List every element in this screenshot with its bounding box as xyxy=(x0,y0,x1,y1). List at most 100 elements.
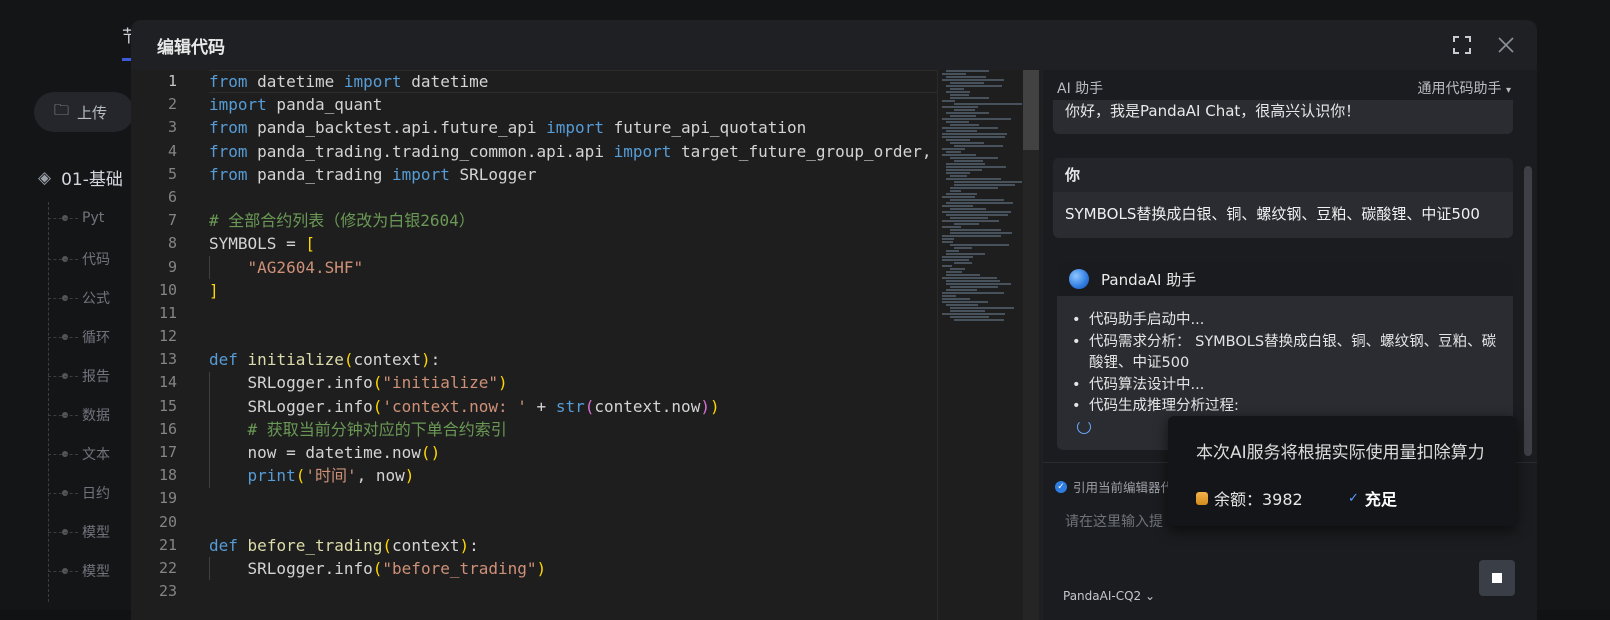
minimap-line xyxy=(954,247,972,249)
upload-label: 上传 xyxy=(77,102,107,123)
code-lines[interactable]: from datetime import datetimeimport pand… xyxy=(209,70,937,603)
background-section-title[interactable]: ◈ 01-基础 xyxy=(38,165,123,190)
background-list-item[interactable]: Pyt xyxy=(62,210,104,226)
minimap-line xyxy=(946,169,982,171)
code-line[interactable]: now = datetime.now() xyxy=(209,441,937,464)
code-line[interactable]: import panda_quant xyxy=(209,93,937,116)
minimap-line xyxy=(946,112,989,114)
minimap-line xyxy=(942,106,978,108)
background-list-item-label: 模型 xyxy=(82,561,110,581)
model-select[interactable]: PandaAI-CQ2 ⌄ xyxy=(1063,589,1155,603)
background-list-item[interactable]: 文本 xyxy=(62,444,110,464)
usage-notice-text: 本次AI服务将根据实际使用量扣除算力 xyxy=(1196,438,1485,463)
close-icon[interactable] xyxy=(1497,36,1515,59)
list-item: 代码需求分析： SYMBOLS替换成白银、铜、螺纹钢、豆粕、碳酸锂、中证500 xyxy=(1069,332,1501,375)
folder-icon: 🗀 xyxy=(54,100,69,125)
minimap-line xyxy=(942,196,975,198)
minimap-line xyxy=(946,85,1002,87)
minimap-line xyxy=(946,172,970,174)
background-list-item[interactable]: 公式 xyxy=(62,288,110,308)
minimap-line xyxy=(950,82,984,84)
code-line[interactable] xyxy=(209,487,937,510)
line-number: 6 xyxy=(131,186,191,209)
code-line[interactable]: from panda_trading.trading_common.api.ap… xyxy=(209,140,937,163)
chevron-down-icon: ⌄ xyxy=(1141,589,1155,603)
line-number: 18 xyxy=(131,464,191,487)
chat-scrollbar[interactable] xyxy=(1523,106,1533,458)
upload-button[interactable]: 🗀 上传 xyxy=(34,92,134,132)
background-list-item[interactable]: 代码 xyxy=(62,249,110,269)
code-line[interactable]: def initialize(context): xyxy=(209,348,937,371)
background-list-item[interactable]: 循环 xyxy=(62,327,110,347)
minimap-line xyxy=(950,115,976,117)
code-line[interactable]: # 全部合约列表（修改为白银2604） xyxy=(209,209,937,232)
minimap-line xyxy=(942,298,970,300)
chat-input[interactable]: 请在这里输入提 xyxy=(1065,511,1163,531)
reference-editor-checkbox[interactable]: ✓ 引用当前编辑器代 xyxy=(1055,477,1173,496)
background-list-item[interactable]: 报告 xyxy=(62,366,110,386)
code-line[interactable]: from panda_trading import SRLogger xyxy=(209,163,937,186)
assistant-mode-select[interactable]: 通用代码助手 ▾ xyxy=(1418,78,1511,98)
minimap-line xyxy=(946,70,989,72)
minimap-line xyxy=(946,163,985,165)
line-number: 16 xyxy=(131,418,191,441)
background-list-item-label: Pyt xyxy=(82,210,104,226)
background-list-item-label: 模型 xyxy=(82,522,110,542)
background-list-item-label: 公式 xyxy=(82,288,110,308)
minimap-line xyxy=(954,262,972,264)
minimap-line xyxy=(946,91,970,93)
background-list-item[interactable]: 数据 xyxy=(62,405,110,425)
code-line[interactable]: SYMBOLS = [ xyxy=(209,232,937,255)
minimap-line xyxy=(954,103,1022,105)
balance-info: 余额：3982 xyxy=(1196,486,1303,510)
panda-logo-icon xyxy=(1069,269,1089,289)
code-line[interactable]: ] xyxy=(209,279,937,302)
line-number: 22 xyxy=(131,557,191,580)
background-list-item[interactable]: 模型 xyxy=(62,522,110,542)
minimap-line xyxy=(950,190,961,192)
background-list-item[interactable]: 日约 xyxy=(62,483,110,503)
minimap-line xyxy=(946,121,969,123)
background-tree-line xyxy=(48,202,49,602)
line-number: 15 xyxy=(131,395,191,418)
minimap-line xyxy=(950,187,998,189)
minimap-line xyxy=(946,202,1013,204)
chat-scrollbar-thumb[interactable] xyxy=(1524,166,1532,456)
minimap-line xyxy=(942,292,1004,294)
fullscreen-icon[interactable] xyxy=(1453,36,1471,59)
code-line[interactable] xyxy=(209,302,937,325)
background-list-item[interactable]: 模型 xyxy=(62,561,110,581)
minimap-line xyxy=(942,256,973,258)
minimap-line xyxy=(946,130,977,132)
background-list-item-label: 代码 xyxy=(82,249,110,269)
code-line[interactable] xyxy=(209,511,937,534)
code-line[interactable]: "AG2604.SHF" xyxy=(209,256,937,279)
code-line[interactable]: def before_trading(context): xyxy=(209,534,937,557)
code-line[interactable]: SRLogger.info("before_trading") xyxy=(209,557,937,580)
code-line[interactable]: from panda_backtest.api.future_api impor… xyxy=(209,116,937,139)
stop-button[interactable] xyxy=(1479,560,1515,596)
code-line[interactable]: SRLogger.info("initialize") xyxy=(209,371,937,394)
minimap-line xyxy=(950,307,1014,309)
vertical-scrollbar-thumb[interactable] xyxy=(1023,70,1039,150)
line-number: 10 xyxy=(131,279,191,302)
code-line[interactable]: from datetime import datetime xyxy=(209,70,937,93)
code-line[interactable] xyxy=(209,580,937,603)
line-number: 7 xyxy=(131,209,191,232)
minimap-line xyxy=(946,274,980,276)
minimap-line xyxy=(942,154,976,156)
minimap-line xyxy=(942,265,952,267)
code-editor[interactable]: 1234567891011121314151617181920212223 fr… xyxy=(131,70,937,620)
code-line[interactable] xyxy=(209,325,937,348)
minimap-line xyxy=(942,301,988,303)
minimap-line xyxy=(942,127,998,129)
minimap-line xyxy=(950,208,986,210)
code-line[interactable]: # 获取当前分钟对应的下单合约索引 xyxy=(209,418,937,441)
minimap-line xyxy=(954,109,975,111)
code-line[interactable] xyxy=(209,186,937,209)
recharge-status[interactable]: ✓ 充足 xyxy=(1348,486,1397,510)
line-number: 17 xyxy=(131,441,191,464)
code-line[interactable]: SRLogger.info('context.now: ' + str(cont… xyxy=(209,395,937,418)
vertical-scrollbar-track[interactable] xyxy=(1023,70,1039,620)
code-line[interactable]: print('时间', now) xyxy=(209,464,937,487)
